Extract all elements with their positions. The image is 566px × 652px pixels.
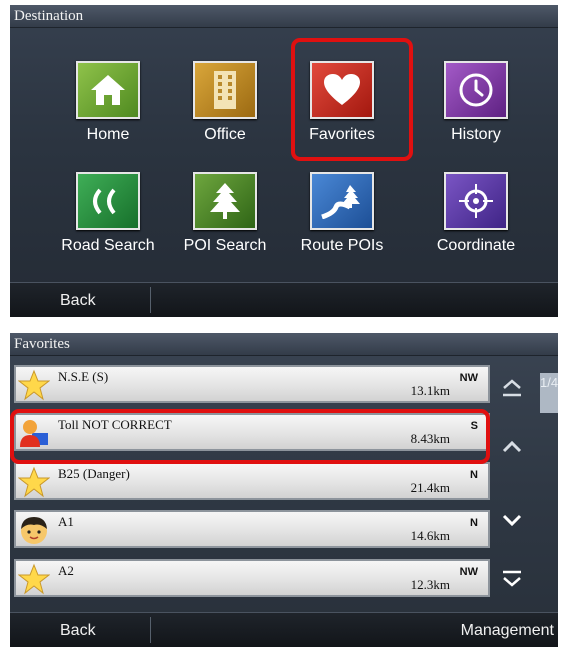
favorite-direction: N [470,517,478,529]
favorite-item[interactable]: A2 NW 12.3km [14,559,490,597]
star-icon [17,466,51,498]
route-pois-tile[interactable]: Route POIs [287,172,397,255]
destination-footer: Back [10,282,558,317]
page-up-button[interactable] [496,432,528,462]
footer-divider [150,617,151,643]
favorite-distance: 12.3km [410,577,450,592]
favorites-footer: Back Management [10,612,558,647]
clock-icon [444,61,508,119]
back-button[interactable]: Back [60,613,96,647]
home-label: Home [86,126,130,143]
office-building-icon [193,61,257,119]
favorite-distance: 21.4km [410,480,450,495]
crosshair-icon [444,172,508,230]
favorite-distance: 13.1km [410,383,450,398]
favorites-highlight [291,38,413,161]
selected-item-highlight [10,409,490,464]
favorite-direction: N [470,469,478,481]
star-icon [17,563,51,595]
history-tile[interactable]: History [421,61,531,144]
road-search-label: Road Search [61,237,155,254]
favorite-distance: 14.6km [410,528,450,543]
road-icon [76,172,140,230]
favorite-name: A2 [58,563,74,578]
poi-search-label: POI Search [183,237,267,254]
office-tile[interactable]: Office [170,61,280,144]
poi-search-tile[interactable]: POI Search [170,172,280,255]
office-label: Office [204,126,246,143]
coordinate-label: Coordinate [436,237,516,254]
page-indicator: 1/4 [540,373,558,413]
page-down-button[interactable] [496,505,528,535]
scroll-to-bottom-icon [503,570,521,587]
favorite-direction: NW [459,566,478,578]
destination-panel: Destination Home Office Favorites Histor… [10,5,558,317]
chevron-down-icon [502,514,522,527]
road-search-tile[interactable]: Road Search [53,172,163,255]
face-icon [18,514,50,546]
home-tile[interactable]: Home [53,61,163,144]
destination-title: Destination [10,5,558,28]
tree-icon [193,172,257,230]
favorite-item[interactable]: N.S.E (S) NW 13.1km [14,365,490,403]
management-button[interactable]: Management [461,613,554,647]
favorite-name: B25 (Danger) [58,466,130,481]
footer-divider [150,287,151,313]
favorite-name: N.S.E (S) [58,369,109,384]
favorite-item[interactable]: A1 N 14.6km [14,510,490,548]
scroll-to-bottom-button[interactable] [496,564,528,594]
scroll-to-top-button[interactable] [496,373,528,403]
favorites-panel: Favorites 1/4 N.S.E (S) NW 13.1km Toll N… [10,333,558,647]
favorites-title: Favorites [10,333,558,356]
favorite-item[interactable]: B25 (Danger) N 21.4km [14,462,490,500]
history-label: History [451,126,501,143]
home-icon [76,61,140,119]
coordinate-tile[interactable]: Coordinate [421,172,531,255]
route-road-icon [310,172,374,230]
chevron-up-icon [502,440,522,453]
favorite-direction: NW [459,372,478,384]
back-button[interactable]: Back [60,283,96,317]
scroll-to-top-icon [503,379,521,397]
route-pois-label: Route POIs [300,237,384,254]
star-icon [17,369,51,401]
favorite-name: A1 [58,514,74,529]
